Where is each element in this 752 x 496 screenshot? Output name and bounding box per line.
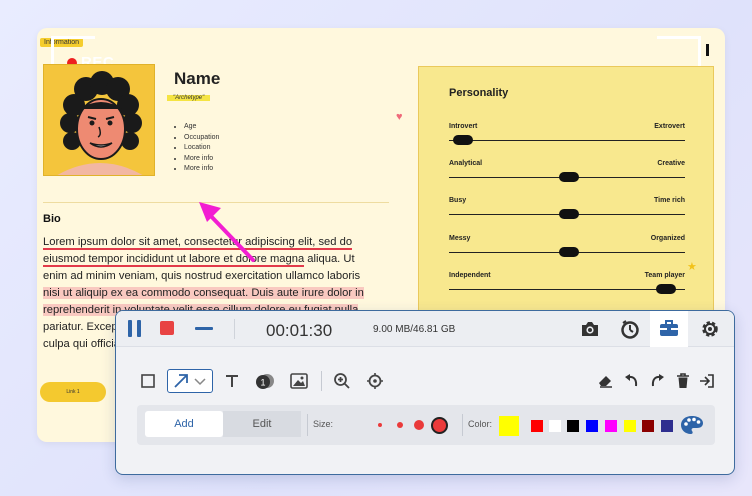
link-1-button[interactable]: Link 1	[40, 382, 106, 402]
trait-left-label: Messy	[449, 235, 471, 242]
style-options-row: Add Edit Size: Color:	[137, 405, 715, 445]
size-option-xs[interactable]	[378, 423, 382, 427]
trait-left-label: Analytical	[449, 160, 483, 167]
trait-left-label: Independent	[449, 272, 491, 279]
divider	[321, 371, 322, 391]
divider	[462, 414, 463, 436]
eraser-icon[interactable]	[594, 369, 616, 393]
bio-line: aliqua. Ut	[304, 253, 355, 265]
color-swatch[interactable]	[605, 420, 617, 432]
size-option-l-selected[interactable]	[431, 417, 448, 434]
minimize-button[interactable]	[195, 327, 213, 330]
slider-knob[interactable]	[453, 135, 474, 145]
slider-knob[interactable]	[559, 209, 580, 219]
trait-slider[interactable]: Analytical Creative	[449, 160, 685, 182]
color-swatch[interactable]	[586, 420, 598, 432]
size-label: Size:	[313, 419, 334, 429]
persona-name: Name	[174, 69, 221, 88]
zoom-in-icon[interactable]	[331, 369, 353, 393]
trait-left-label: Introvert	[449, 123, 478, 130]
slider-track	[449, 284, 685, 294]
add-tab[interactable]: Add	[145, 411, 223, 437]
trait-left-label: Busy	[449, 197, 467, 204]
slider-track	[449, 209, 685, 219]
trait-right-label: Team player	[644, 272, 685, 279]
storage-usage: 9.00 MB/46.81 GB	[373, 324, 456, 335]
fact-item: Occupation	[184, 133, 219, 144]
svg-text:1: 1	[261, 378, 266, 388]
size-option-s[interactable]	[397, 422, 403, 428]
color-palette-icon[interactable]	[680, 415, 704, 435]
color-swatch[interactable]	[531, 420, 543, 432]
avatar-illustration-icon	[44, 65, 154, 175]
size-option-m[interactable]	[414, 420, 424, 430]
selected-color-swatch[interactable]	[499, 416, 519, 436]
gear-icon[interactable]	[697, 316, 723, 342]
slider-track	[449, 172, 685, 182]
bio-line-underlined: eiusmod tempor incididunt ut labore et d…	[43, 253, 305, 267]
annotation-toolbar: 00:01:30 9.00 MB/46.81 GB 1 Add Edit Siz…	[115, 310, 735, 475]
color-swatch[interactable]	[661, 420, 673, 432]
color-swatch[interactable]	[642, 420, 654, 432]
trait-slider[interactable]: Introvert Extrovert	[449, 123, 685, 145]
redo-icon[interactable]	[646, 369, 668, 393]
slider-track	[449, 135, 685, 145]
arrow-icon	[174, 374, 188, 388]
trait-right-label: Organized	[650, 235, 685, 242]
bio-heading: Bio	[43, 213, 61, 225]
briefcase-icon	[660, 320, 678, 336]
color-swatch[interactable]	[624, 420, 636, 432]
trait-right-label: Extrovert	[654, 123, 685, 130]
personality-heading: Personality	[449, 87, 509, 99]
star-icon: ★	[687, 261, 697, 273]
toolbar-top-row: 00:01:30 9.00 MB/46.81 GB	[116, 311, 734, 347]
rectangle-icon[interactable]	[138, 369, 158, 393]
stop-button[interactable]	[160, 321, 174, 335]
divider	[307, 414, 308, 436]
chevron-down-icon	[194, 378, 206, 386]
archetype-tag: "Archetype"	[167, 95, 211, 101]
trait-slider[interactable]: Busy Time rich	[449, 197, 685, 219]
fact-item: Age	[184, 122, 219, 133]
edit-tab[interactable]: Edit	[223, 411, 301, 437]
drawing-tools-row: 1	[116, 369, 734, 395]
trait-slider[interactable]: Messy Organized	[449, 235, 685, 257]
arrow-tool-dropdown[interactable]	[167, 369, 213, 393]
timer-icon[interactable]	[617, 316, 643, 342]
trait-right-label: Creative	[657, 160, 685, 167]
color-label: Color:	[468, 419, 493, 429]
fact-item: More info	[184, 164, 219, 175]
color-swatch[interactable]	[567, 420, 579, 432]
slider-track	[449, 247, 685, 257]
trash-icon[interactable]	[672, 369, 694, 393]
persona-facts-list: Age Occupation Location More info More i…	[184, 122, 219, 175]
avatar	[43, 64, 155, 176]
page-edge-mark	[706, 44, 709, 56]
image-icon[interactable]	[288, 369, 310, 393]
spotlight-icon[interactable]	[364, 369, 386, 393]
heart-icon: ♥	[396, 111, 403, 123]
number-step-icon[interactable]: 1	[254, 369, 276, 393]
fact-item: More info	[184, 154, 219, 165]
slider-knob[interactable]	[559, 172, 580, 182]
divider	[234, 319, 235, 339]
recording-timer: 00:01:30	[266, 321, 333, 340]
fact-item: Location	[184, 143, 219, 154]
pause-button[interactable]	[127, 320, 143, 337]
slider-knob[interactable]	[656, 284, 677, 294]
trait-right-label: Time rich	[654, 197, 685, 204]
bio-line: enim ad minim veniam, quis nostrud exerc…	[43, 270, 361, 282]
slider-knob[interactable]	[559, 247, 580, 257]
toolbox-tab[interactable]	[650, 311, 688, 347]
annotation-arrow-icon	[199, 202, 255, 262]
trait-slider[interactable]: Independent Team player	[449, 272, 685, 294]
bio-line-highlighted: nisi ut aliquip ex ea commodo consequat.…	[43, 287, 364, 299]
exit-icon[interactable]	[696, 369, 718, 393]
color-swatch[interactable]	[549, 420, 561, 432]
text-icon[interactable]	[222, 369, 242, 393]
camera-icon[interactable]	[577, 316, 603, 342]
record-frame-corner-top-right	[657, 36, 701, 66]
undo-icon[interactable]	[621, 369, 643, 393]
